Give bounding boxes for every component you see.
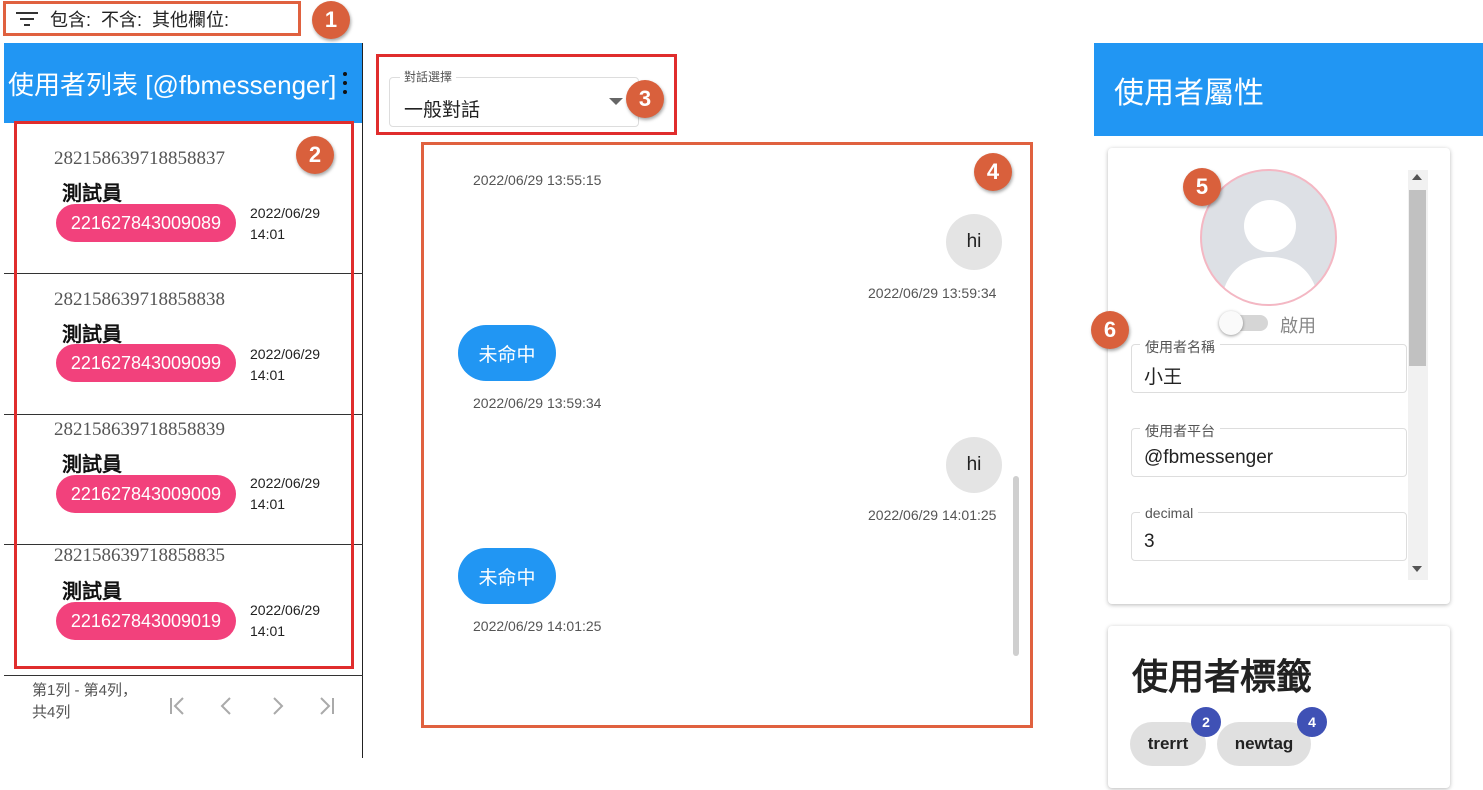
user-date: 2022/06/29 [250,346,321,362]
username-field-label: 使用者名稱 [1140,337,1220,357]
chat-scrollbar[interactable] [1013,476,1019,656]
scroll-up-icon[interactable] [1412,174,1422,180]
incoming-message-bubble: hi [946,214,1002,270]
incoming-message-bubble: hi [946,437,1002,493]
user-attributes-header: 使用者屬性 [1094,43,1483,136]
user-list-header: 使用者列表 [@fbmessenger] [4,43,363,123]
user-date: 2022/06/29 [250,475,321,491]
user-attributes-title: 使用者屬性 [1114,76,1264,110]
decimal-field-value[interactable]: 3 [1144,531,1155,553]
user-list-item[interactable]: 282158639718858839 測試員 221627843009009 2… [4,415,363,545]
next-page-icon[interactable] [263,692,291,720]
user-date: 2022/06/29 [250,602,321,618]
outgoing-message-bubble: 未命中 [458,325,556,381]
callout-6: 6 [1091,311,1129,349]
tag-count-badge: 4 [1297,707,1327,737]
callout-3: 3 [626,80,664,118]
user-name: 測試員 [62,322,122,346]
highlight-box-4 [421,142,1033,728]
attributes-scrollbar-thumb[interactable] [1409,190,1426,366]
user-name: 測試員 [62,579,122,603]
tag-count-badge: 2 [1191,707,1221,737]
callout-2: 2 [296,136,334,174]
message-timestamp: 2022/06/29 14:01:25 [473,618,602,634]
user-time: 14:01 [250,496,286,512]
user-list-item[interactable]: 282158639718858838 測試員 221627843009099 2… [4,274,363,415]
user-id: 282158639718858835 [54,545,225,566]
message-timestamp: 2022/06/29 14:01:25 [868,507,997,523]
callout-4: 4 [974,153,1012,191]
user-time: 14:01 [250,226,286,242]
user-time: 14:01 [250,367,286,383]
platform-field-label: 使用者平台 [1140,421,1220,441]
message-timestamp: 2022/06/29 13:59:34 [868,285,997,301]
user-tag-pill[interactable]: 221627843009099 [56,344,236,382]
pager-range-text: 第1列 - 第4列，共4列 [32,682,138,721]
callout-1: 1 [312,1,350,39]
filter-bar[interactable]: 包含: 不含: 其他欄位: [4,1,300,36]
user-tag-pill[interactable]: 221627843009019 [56,602,236,640]
user-list-item[interactable]: 282158639718858835 測試員 221627843009019 2… [4,545,363,676]
last-page-icon[interactable] [312,692,340,720]
conversation-select-label: 對話選擇 [400,68,457,85]
outgoing-message-bubble: 未命中 [458,548,556,604]
prev-page-icon[interactable] [213,692,241,720]
user-id: 282158639718858837 [54,148,225,169]
user-id: 282158639718858838 [54,289,225,310]
filter-icon[interactable] [16,11,38,27]
more-vert-icon[interactable] [340,71,350,95]
conversation-select-value[interactable]: 一般對話 [404,95,480,122]
scroll-down-icon[interactable] [1412,566,1422,572]
user-tag-pill[interactable]: 221627843009089 [56,204,236,242]
callout-5: 5 [1183,168,1221,206]
dropdown-arrow-icon[interactable] [609,98,623,105]
decimal-field-label: decimal [1140,505,1199,521]
message-timestamp: 2022/06/29 13:55:15 [473,172,602,188]
user-date: 2022/06/29 [250,205,321,221]
message-timestamp: 2022/06/29 13:59:34 [473,395,602,411]
tag-chip[interactable]: newtag [1217,722,1311,766]
user-list-title: 使用者列表 [@fbmessenger] [8,69,337,100]
user-tag-pill[interactable]: 221627843009009 [56,475,236,513]
user-time: 14:01 [250,623,286,639]
platform-field-value[interactable]: @fbmessenger [1144,447,1273,469]
user-tags-title: 使用者標籤 [1132,656,1313,697]
toggle-knob[interactable] [1219,311,1243,335]
user-name: 測試員 [62,181,122,205]
enable-toggle-label: 啟用 [1280,316,1316,336]
user-name: 測試員 [62,452,122,476]
first-page-icon[interactable] [164,692,192,720]
username-field-value[interactable]: 小王 [1144,362,1182,389]
user-id: 282158639718858839 [54,419,225,440]
filter-text: 包含: 不含: 其他欄位: [50,9,230,30]
